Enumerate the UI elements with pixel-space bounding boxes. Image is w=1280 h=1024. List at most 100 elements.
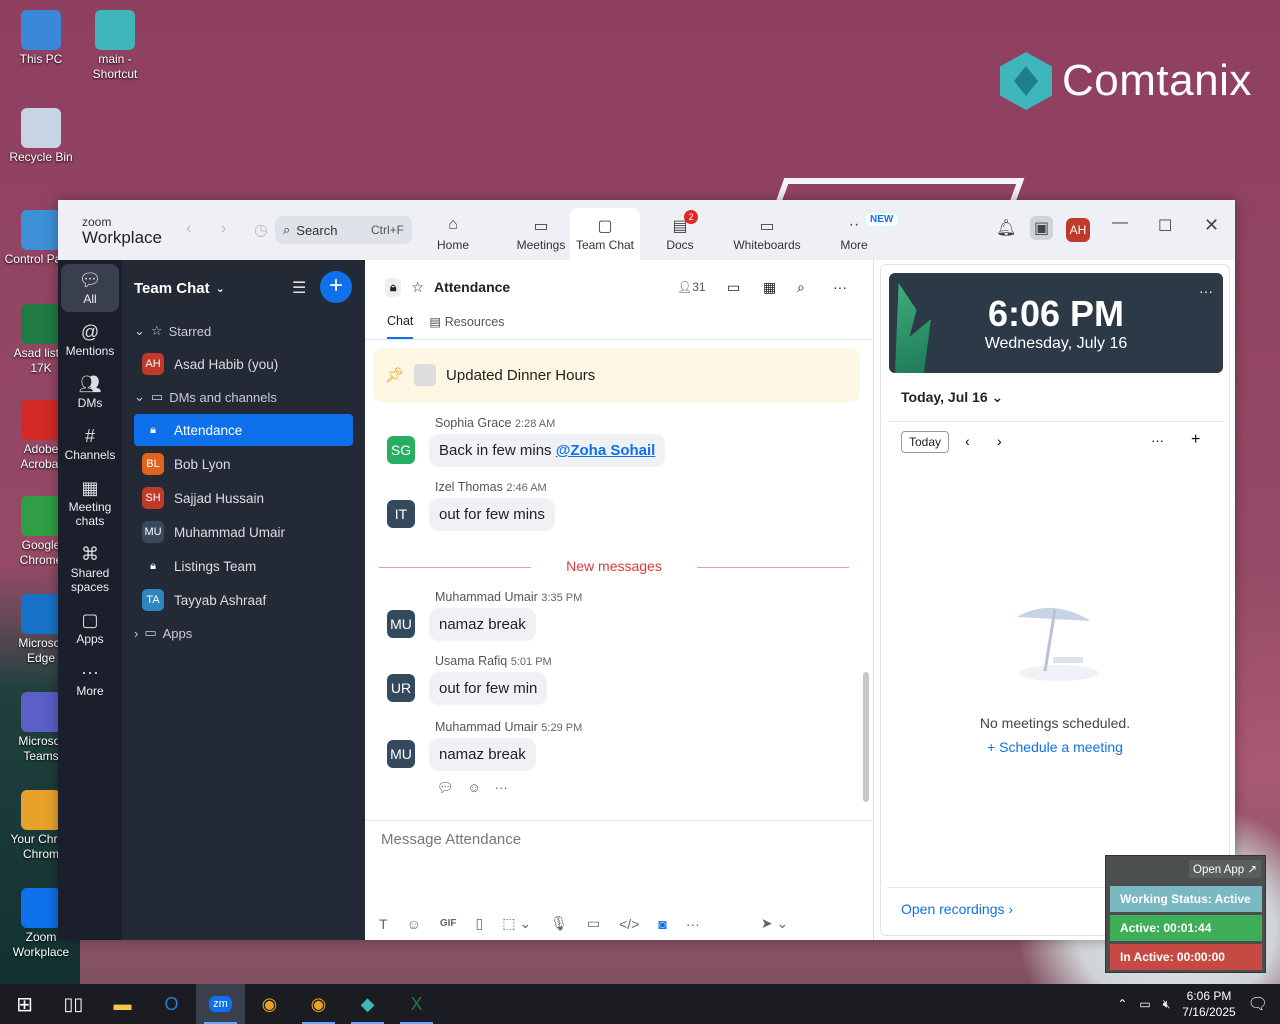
file-explorer-icon[interactable]: ▬ [98, 984, 147, 1024]
avatar[interactable]: UR [387, 674, 415, 702]
sender-name[interactable]: Sophia Grace [435, 416, 511, 430]
avatar[interactable]: IT [387, 500, 415, 528]
rail-item-more[interactable]: ··· More [61, 656, 119, 704]
start-icon[interactable]: ⊞ [0, 984, 49, 1024]
schedule-meeting-link[interactable]: + Schedule a meeting [881, 739, 1229, 755]
back-arrow-icon[interactable]: ‹ [186, 220, 191, 238]
prev-icon[interactable]: ‹ [965, 433, 970, 449]
file-icon[interactable]: ▯ [476, 915, 484, 932]
compose-area[interactable]: Message Attendance T ☺ GIF ▯ ⬚ ⌄ 🎙︎ ▭ </… [365, 820, 874, 940]
main-app-icon[interactable]: ◆ [343, 984, 392, 1024]
channel-title[interactable]: Attendance [434, 279, 510, 295]
message-bubble[interactable]: namaz break [429, 608, 536, 641]
more-icon[interactable]: ··· [1199, 283, 1213, 299]
rail-item-dms[interactable]: 👥︎ DMs [61, 368, 119, 416]
emoji-icon[interactable]: ☺ [468, 780, 481, 796]
zoom-taskbar-icon[interactable]: zm [196, 984, 245, 1024]
sidebar-item[interactable]: BL Bob Lyon [134, 448, 353, 480]
mic-icon[interactable]: 🎙︎ [550, 915, 568, 932]
minimize-icon[interactable]: — [1112, 214, 1128, 232]
new-chat-button[interactable]: + [320, 271, 352, 303]
message-bubble[interactable]: out for few min [429, 672, 548, 705]
open-app-button[interactable]: Open App ↗ [1189, 860, 1261, 878]
rail-item-channels[interactable]: # Channels [61, 420, 119, 468]
more-icon[interactable]: ··· [686, 916, 700, 932]
more-icon[interactable]: ··· [495, 780, 508, 796]
pinned-message[interactable]: 📌︎ Updated Dinner Hours [373, 348, 860, 402]
sender-name[interactable]: Izel Thomas [435, 480, 503, 494]
volume-mute-icon[interactable]: 🔇︎ [1163, 997, 1171, 1012]
sidebar-item[interactable]: 🔒︎ Attendance [134, 414, 353, 446]
tab-chat[interactable]: Chat [387, 314, 414, 339]
reply-icon[interactable]: 💬︎ [437, 780, 454, 796]
task-view-icon[interactable]: ▯▯ [49, 984, 98, 1024]
open-recordings-link[interactable]: Open recordings › [901, 901, 1013, 917]
emoji-icon[interactable]: ☺ [407, 916, 421, 932]
close-icon[interactable]: ✕ [1204, 215, 1219, 236]
message-bubble[interactable]: out for few mins [429, 498, 555, 531]
today-dropdown[interactable]: Today, Jul 16 ⌄ [901, 389, 1003, 406]
tab-resources[interactable]: ▤ Resources [429, 314, 504, 339]
zoom-app-icon[interactable]: ◙ [658, 916, 666, 932]
more-icon[interactable]: ··· [833, 279, 847, 295]
sender-name[interactable]: Usama Rafiq [435, 654, 507, 668]
avatar[interactable]: MU [387, 610, 415, 638]
notification-icon[interactable]: 🗨︎ [1248, 994, 1268, 1014]
rail-item-apps[interactable]: ▢ Apps [61, 604, 119, 652]
more-icon[interactable]: ··· [1151, 433, 1164, 448]
tab-team-chat[interactable]: ▢ Team Chat [570, 208, 640, 260]
dms-section[interactable]: ⌄ ▭ DMs and channels [122, 382, 365, 412]
avatar[interactable]: MU [387, 740, 415, 768]
excel-icon[interactable]: X [392, 984, 441, 1024]
video-icon[interactable]: ▭ [727, 279, 740, 296]
starred-section[interactable]: ⌄ ☆ Starred [122, 316, 365, 346]
sender-name[interactable]: Muhammad Umair [435, 590, 538, 604]
video-message-icon[interactable]: ▭ [587, 915, 600, 932]
mention-link[interactable]: @Zoha Sohail [556, 442, 656, 459]
message-input[interactable]: Message Attendance [381, 831, 521, 848]
chrome-icon[interactable]: ◉ [245, 984, 294, 1024]
message-bubble[interactable]: Back in few mins @Zoha Sohail [429, 434, 666, 467]
chat-scrollbar[interactable] [863, 672, 869, 802]
maximize-icon[interactable]: ☐ [1158, 216, 1172, 236]
format-icon[interactable]: T [379, 916, 388, 932]
network-icon[interactable]: ▭ [1139, 997, 1150, 1011]
code-icon[interactable]: </> [619, 916, 639, 932]
sidebar-item[interactable]: 🔒︎ Listings Team [134, 550, 353, 582]
rail-item-mentions[interactable]: @ Mentions [61, 316, 119, 364]
forward-arrow-icon[interactable]: › [221, 220, 226, 238]
sender-name[interactable]: Muhammad Umair [435, 720, 538, 734]
tab-home[interactable]: ⌂ Home [424, 208, 482, 260]
sidebar-item[interactable]: MU Muhammad Umair [134, 516, 353, 548]
desktop-icon[interactable]: main - Shortcut [78, 10, 152, 82]
sidebar-title[interactable]: Team Chat [134, 280, 210, 297]
rail-item-meeting-chats[interactable]: ▦ Meeting chats [61, 472, 119, 534]
chrome-profile-icon[interactable]: ◉ [294, 984, 343, 1024]
apps-section[interactable]: › ▭ Apps [122, 618, 365, 648]
rail-item-shared-spaces[interactable]: ⌘ Shared spaces [61, 538, 119, 600]
message-bubble[interactable]: namaz break [429, 738, 536, 771]
chevron-down-icon[interactable]: ⌄ [216, 282, 225, 295]
avatar[interactable]: SG [387, 436, 415, 464]
outlook-icon[interactable]: O [147, 984, 196, 1024]
filter-icon[interactable]: ☰ [292, 278, 306, 298]
tab-more[interactable]: ·· More NEW [828, 208, 900, 260]
sidebar-item[interactable]: AH Asad Habib (you) [134, 348, 353, 380]
members-count[interactable]: 👤︎31 [677, 280, 706, 294]
rail-item-all[interactable]: 💬︎ All [61, 264, 119, 312]
today-button[interactable]: Today [901, 431, 950, 453]
search-icon[interactable]: ⌕ [797, 279, 805, 296]
screenshot-icon[interactable]: ⬚ ⌄ [502, 915, 531, 932]
tab-docs[interactable]: ▤ Docs 2 [648, 208, 712, 260]
send-icon[interactable]: ➤ ⌄ [761, 915, 788, 932]
desktop-icon[interactable]: Recycle Bin [4, 108, 78, 165]
tab-whiteboards[interactable]: ▭ Whiteboards [720, 208, 814, 260]
history-icon[interactable]: ◷ [254, 220, 268, 240]
sidebar-item[interactable]: SH Sajjad Hussain [134, 482, 353, 514]
add-icon[interactable]: + [1191, 431, 1200, 449]
search-box[interactable]: ⌕ Search Ctrl+F [275, 216, 412, 244]
user-avatar[interactable]: AH [1066, 218, 1090, 242]
sidebar-item[interactable]: TA Tayyab Ashraaf [134, 584, 353, 616]
gift-icon[interactable]: ▣ [1030, 216, 1054, 240]
next-icon[interactable]: › [997, 433, 1002, 449]
